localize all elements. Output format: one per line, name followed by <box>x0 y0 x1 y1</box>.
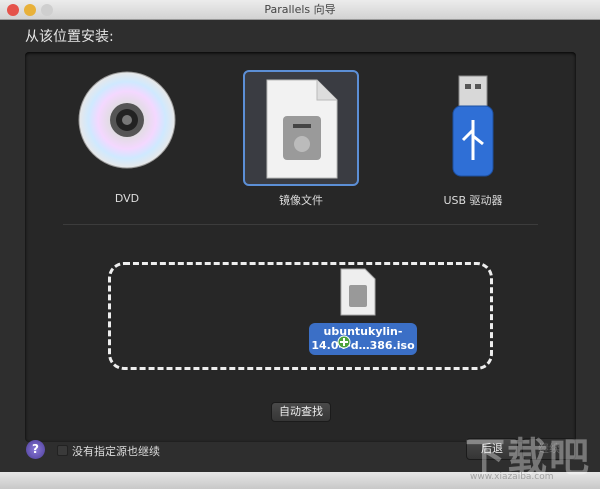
iso-file-icon <box>340 268 376 316</box>
source-image-file-label: 镜像文件 <box>279 194 323 207</box>
auto-find-button[interactable]: 自动查找 <box>271 402 331 422</box>
divider <box>63 224 538 225</box>
source-dvd[interactable] <box>69 70 185 186</box>
continue-without-source-label: 没有指定源也继续 <box>72 445 160 458</box>
title-bar: Parallels 向导 <box>0 0 600 20</box>
drop-area[interactable]: ubuntukylin-14.04-d…386.iso <box>108 262 493 370</box>
page-heading: 从该位置安装: <box>25 29 114 45</box>
zoom-button[interactable] <box>41 4 53 16</box>
usb-drive-icon <box>452 75 494 177</box>
dragged-file-name[interactable]: ubuntukylin-14.04-d…386.iso <box>309 323 417 355</box>
source-panel: DVD 镜像文件 USB 驱动器 ubuntukylin-14.04-d…386… <box>25 52 576 442</box>
disk-image-file-icon <box>266 79 338 179</box>
close-button[interactable] <box>7 4 19 16</box>
source-usb-label: USB 驱动器 <box>443 194 503 207</box>
minimize-button[interactable] <box>24 4 36 16</box>
help-button[interactable]: ? <box>26 440 45 459</box>
source-usb[interactable] <box>415 70 531 186</box>
watermark-url: www.xiazaiba.com <box>470 472 554 482</box>
source-image-file[interactable] <box>243 70 359 186</box>
add-copy-icon <box>337 335 351 349</box>
source-dvd-label: DVD <box>114 192 140 205</box>
continue-without-source-checkbox[interactable] <box>57 445 68 456</box>
window-title: Parallels 向导 <box>264 3 336 16</box>
dvd-icon <box>78 71 176 169</box>
